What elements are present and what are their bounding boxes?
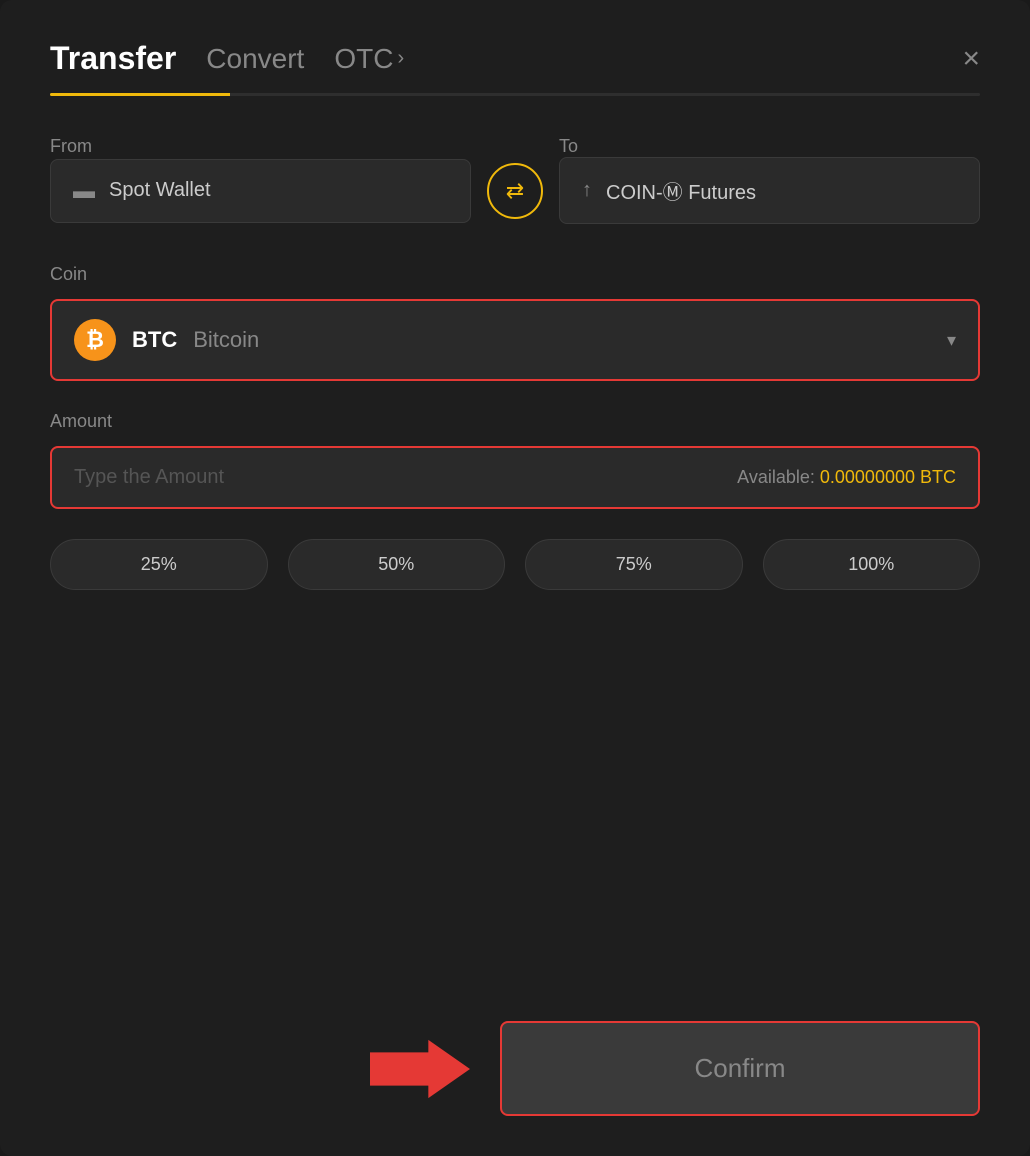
from-label: From: [50, 136, 471, 157]
confirm-button[interactable]: Confirm: [500, 1021, 980, 1116]
close-button[interactable]: ×: [962, 44, 980, 74]
futures-icon: ↑: [582, 179, 592, 202]
swap-button[interactable]: ⇄: [487, 163, 543, 219]
to-section-label: To: [559, 136, 578, 156]
coin-label: Coin: [50, 264, 980, 285]
from-wallet-label: Spot Wallet: [109, 179, 211, 202]
amount-label: Amount: [50, 411, 980, 432]
coin-symbol: BTC: [132, 327, 177, 353]
transfer-modal: Transfer Convert OTC › × From To ▬ Spot …: [0, 0, 1030, 1156]
amount-box: Available: 0.00000000 BTC: [50, 446, 980, 509]
coin-dropdown[interactable]: ₿ BTC Bitcoin ▾: [50, 299, 980, 381]
percent-25-button[interactable]: 25%: [50, 539, 268, 590]
tab-convert[interactable]: Convert: [206, 43, 304, 75]
to-wallet-label: COIN-Ⓜ Futures: [606, 176, 756, 205]
available-value: 0.00000000 BTC: [820, 467, 956, 487]
tab-transfer[interactable]: Transfer: [50, 40, 176, 77]
coin-dropdown-chevron-icon: ▾: [947, 330, 956, 351]
to-label: To: [559, 136, 980, 157]
confirm-area: Confirm: [50, 1021, 980, 1116]
available-text: Available: 0.00000000 BTC: [737, 467, 956, 488]
modal-header: Transfer Convert OTC › ×: [50, 40, 980, 77]
percent-75-button[interactable]: 75%: [525, 539, 743, 590]
percent-100-button[interactable]: 100%: [763, 539, 981, 590]
coin-section: Coin ₿ BTC Bitcoin ▾: [50, 264, 980, 381]
wallet-row: ▬ Spot Wallet ⇄ ↑ COIN-Ⓜ Futures: [50, 157, 980, 224]
tab-otc[interactable]: OTC ›: [334, 43, 404, 75]
amount-input[interactable]: [74, 466, 737, 489]
btc-icon: ₿: [74, 319, 116, 361]
swap-icon: ⇄: [506, 178, 524, 204]
wallet-card-icon: ▬: [73, 178, 95, 204]
coin-full-name: Bitcoin: [193, 327, 259, 353]
from-section-label: From: [50, 136, 92, 156]
tab-underline: [50, 93, 980, 96]
amount-section: Amount Available: 0.00000000 BTC: [50, 411, 980, 509]
percent-50-button[interactable]: 50%: [288, 539, 506, 590]
from-wallet-box[interactable]: ▬ Spot Wallet: [50, 159, 471, 223]
percent-row: 25% 50% 75% 100%: [50, 539, 980, 590]
otc-chevron-icon: ›: [397, 47, 404, 70]
arrow-icon: [370, 1029, 470, 1109]
to-wallet-box[interactable]: ↑ COIN-Ⓜ Futures: [559, 157, 980, 224]
from-to-labels: From To: [50, 136, 980, 157]
